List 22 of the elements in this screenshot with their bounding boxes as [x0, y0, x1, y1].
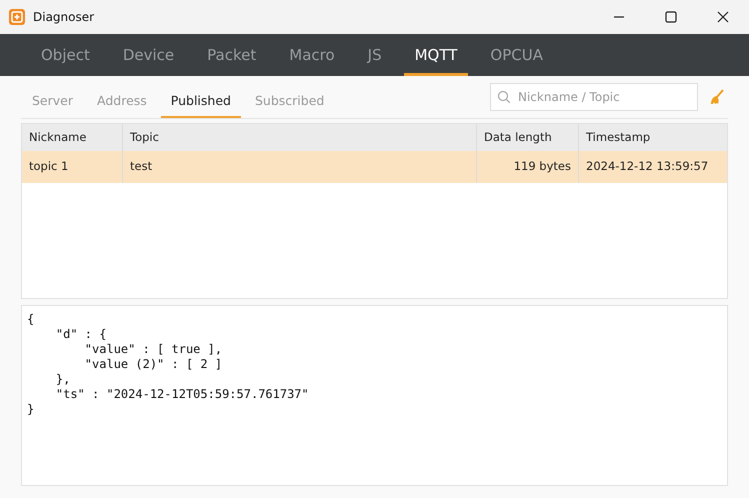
- subtab[interactable]: Address: [87, 76, 157, 118]
- tab[interactable]: Device: [112, 34, 186, 76]
- tab[interactable]: Object: [30, 34, 101, 76]
- window-title: Diagnoser: [33, 10, 94, 24]
- table-row[interactable]: topic 1 test 119 bytes 2024-12-12 13:59:57: [22, 151, 727, 183]
- app-logo-icon: [8, 8, 26, 26]
- payload-text: { "d" : { "value" : [ true ], "value (2)" : [ 2 ] }, "ts" : "2024-12-12T05:59:57.761737" }: [21, 305, 728, 486]
- search-field[interactable]: Nickname / Topic: [490, 83, 698, 111]
- table-cell: topic 1: [22, 151, 123, 183]
- subtab[interactable]: Published: [160, 76, 241, 118]
- column-header[interactable]: Timestamp: [579, 124, 727, 151]
- table-cell: 119 bytes: [477, 151, 579, 183]
- tab[interactable]: JS: [356, 34, 393, 76]
- tab[interactable]: Macro: [278, 34, 346, 76]
- subtab[interactable]: Server: [22, 76, 83, 118]
- tab[interactable]: OPCUA: [479, 34, 554, 76]
- close-icon[interactable]: [717, 11, 729, 23]
- table-cell-text: 2024-12-12 13:59:57: [585, 158, 710, 175]
- table-cell: test: [123, 151, 477, 183]
- maximize-icon[interactable]: [665, 11, 677, 23]
- tab[interactable]: Packet: [196, 34, 268, 76]
- subtab[interactable]: Subscribed: [244, 76, 334, 118]
